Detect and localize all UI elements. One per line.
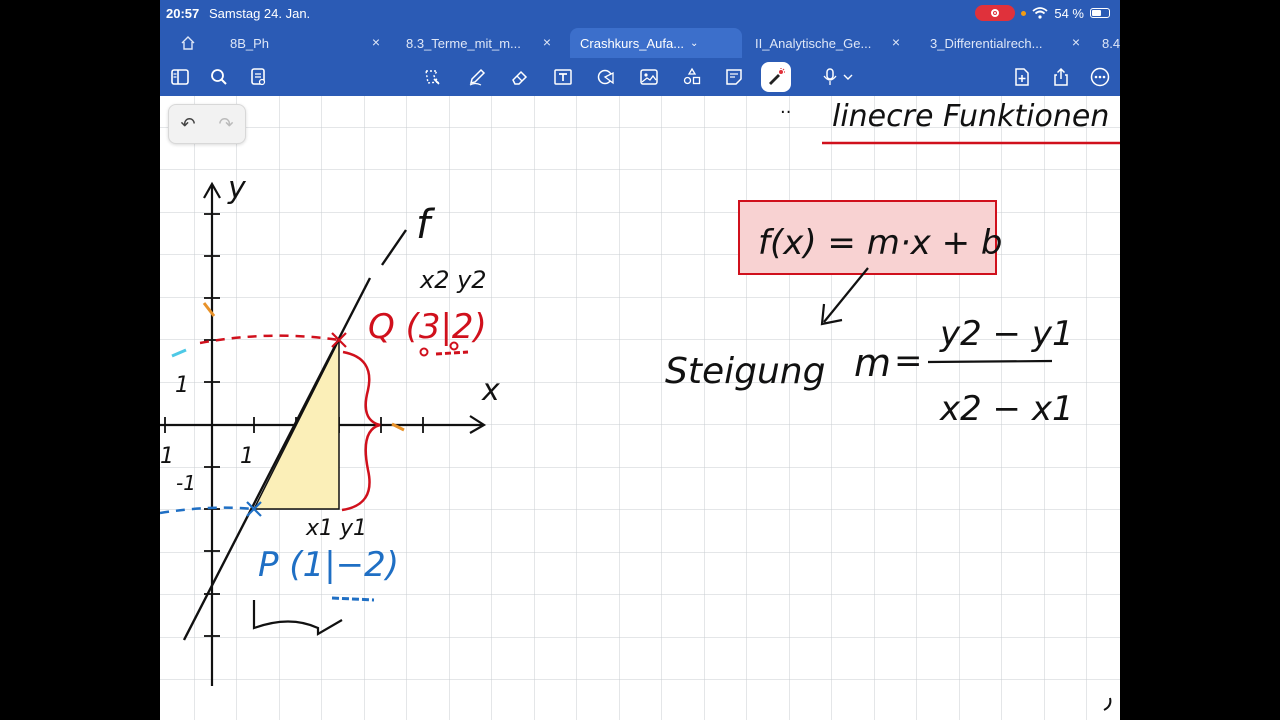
tab-label: 8.4 [1102, 35, 1120, 51]
tab-label: Crashkurs_Aufa... [580, 35, 685, 51]
sidebar-icon[interactable] [167, 64, 193, 90]
image-icon[interactable] [636, 64, 662, 90]
stickers-icon[interactable] [679, 64, 705, 90]
slope-label: Steigung [665, 351, 825, 392]
battery-percentage: 54 % [1054, 5, 1084, 21]
toolbar [160, 58, 1120, 96]
home-tab[interactable] [170, 28, 210, 58]
more-icon[interactable] [1087, 64, 1113, 90]
heading-text: linecre Funktionen [832, 99, 1109, 134]
status-bar: 20:57 Samstag 24. Jan. 54 % [160, 0, 1120, 28]
app-window: 20:57 Samstag 24. Jan. 54 % 8B_Ph × 8.3_… [160, 0, 1120, 720]
document-tab-bar: 8B_Ph × 8.3_Terme_mit_m... × Crashkurs_A… [160, 28, 1120, 58]
shapes-icon[interactable] [593, 64, 619, 90]
tab-label: 8B_Ph [230, 35, 270, 51]
page-list-icon[interactable] [245, 64, 271, 90]
redo-icon[interactable]: ↷ [218, 114, 233, 135]
point-q-label: Q (3|2) [368, 307, 487, 347]
record-icon [991, 9, 1000, 17]
x-tick-label-1: 1 [240, 444, 254, 469]
close-icon[interactable]: × [1072, 34, 1080, 50]
share-icon[interactable] [1048, 64, 1074, 90]
slope-variable: m [854, 341, 891, 385]
y-tick-label-1: 1 [175, 373, 189, 398]
close-icon[interactable]: × [892, 34, 900, 50]
microphone-in-use-dot [1021, 10, 1027, 16]
screen-recording-indicator[interactable] [975, 5, 1016, 21]
undo-redo-panel: ↶ ↷ [168, 104, 246, 144]
eraser-icon[interactable] [507, 64, 533, 90]
tab-crashkurs[interactable]: Crashkurs_Aufa... ⌄ [570, 28, 742, 58]
tab-8-4[interactable]: 8.4 [1092, 28, 1120, 58]
tab-label: 8.3_Terme_mit_m... [406, 35, 521, 51]
point-q-variable-label: x2 y2 [419, 266, 487, 294]
y-axis-label: y [227, 171, 247, 206]
tab-label: 3_Differentialrech... [930, 35, 1043, 51]
close-icon[interactable]: × [543, 34, 551, 50]
status-date: Samstag 24. Jan. [209, 6, 311, 21]
status-time: 20:57 [166, 6, 200, 21]
home-icon [181, 36, 195, 50]
microphone-icon[interactable] [816, 64, 860, 90]
undo-icon[interactable]: ↶ [180, 114, 195, 135]
tab-analytische[interactable]: II_Analytische_Ge... × [745, 28, 910, 58]
battery-level [1092, 10, 1101, 16]
ellipsis-mark: ·· [780, 102, 791, 123]
text-box-icon[interactable] [550, 64, 576, 90]
status-indicators: 54 % [975, 5, 1110, 21]
lasso-icon[interactable] [419, 64, 445, 90]
fraction-bar [927, 359, 1053, 364]
slope-numerator: y2 − y1 [939, 314, 1074, 354]
tab-label: II_Analytische_Ge... [755, 35, 872, 51]
tab-differentialrechnung[interactable]: 3_Differentialrech... × [920, 28, 1090, 58]
add-page-icon[interactable] [1009, 64, 1035, 90]
wifi-icon [1032, 7, 1048, 19]
close-icon[interactable]: × [372, 34, 380, 50]
tab-terme[interactable]: 8.3_Terme_mit_m... × [396, 28, 561, 58]
sticky-note-icon[interactable] [721, 64, 747, 90]
y-tick-label-neg1: -1 [176, 471, 196, 495]
equals-sign: = [894, 341, 923, 381]
chevron-down-icon[interactable]: ⌄ [690, 38, 698, 49]
battery-icon [1090, 8, 1110, 18]
laser-pointer-icon[interactable] [761, 62, 791, 92]
function-formula: f(x) = m·x + b [758, 223, 1002, 263]
tab-8b-ph[interactable]: 8B_Ph × [220, 28, 390, 58]
search-icon[interactable] [206, 64, 232, 90]
pen-icon[interactable] [464, 64, 490, 90]
x-axis-label: x [481, 373, 500, 408]
point-p-variable-label: x1 y1 [305, 516, 367, 541]
point-p-label: P (1|−2) [258, 545, 399, 585]
note-canvas[interactable]: ·· linecre Funktionen y x 1 1 -1 1 f Q (… [160, 96, 1120, 720]
slope-denominator: x2 − x1 [939, 389, 1074, 429]
x-tick-label-neg1-partial: 1 [160, 444, 174, 469]
